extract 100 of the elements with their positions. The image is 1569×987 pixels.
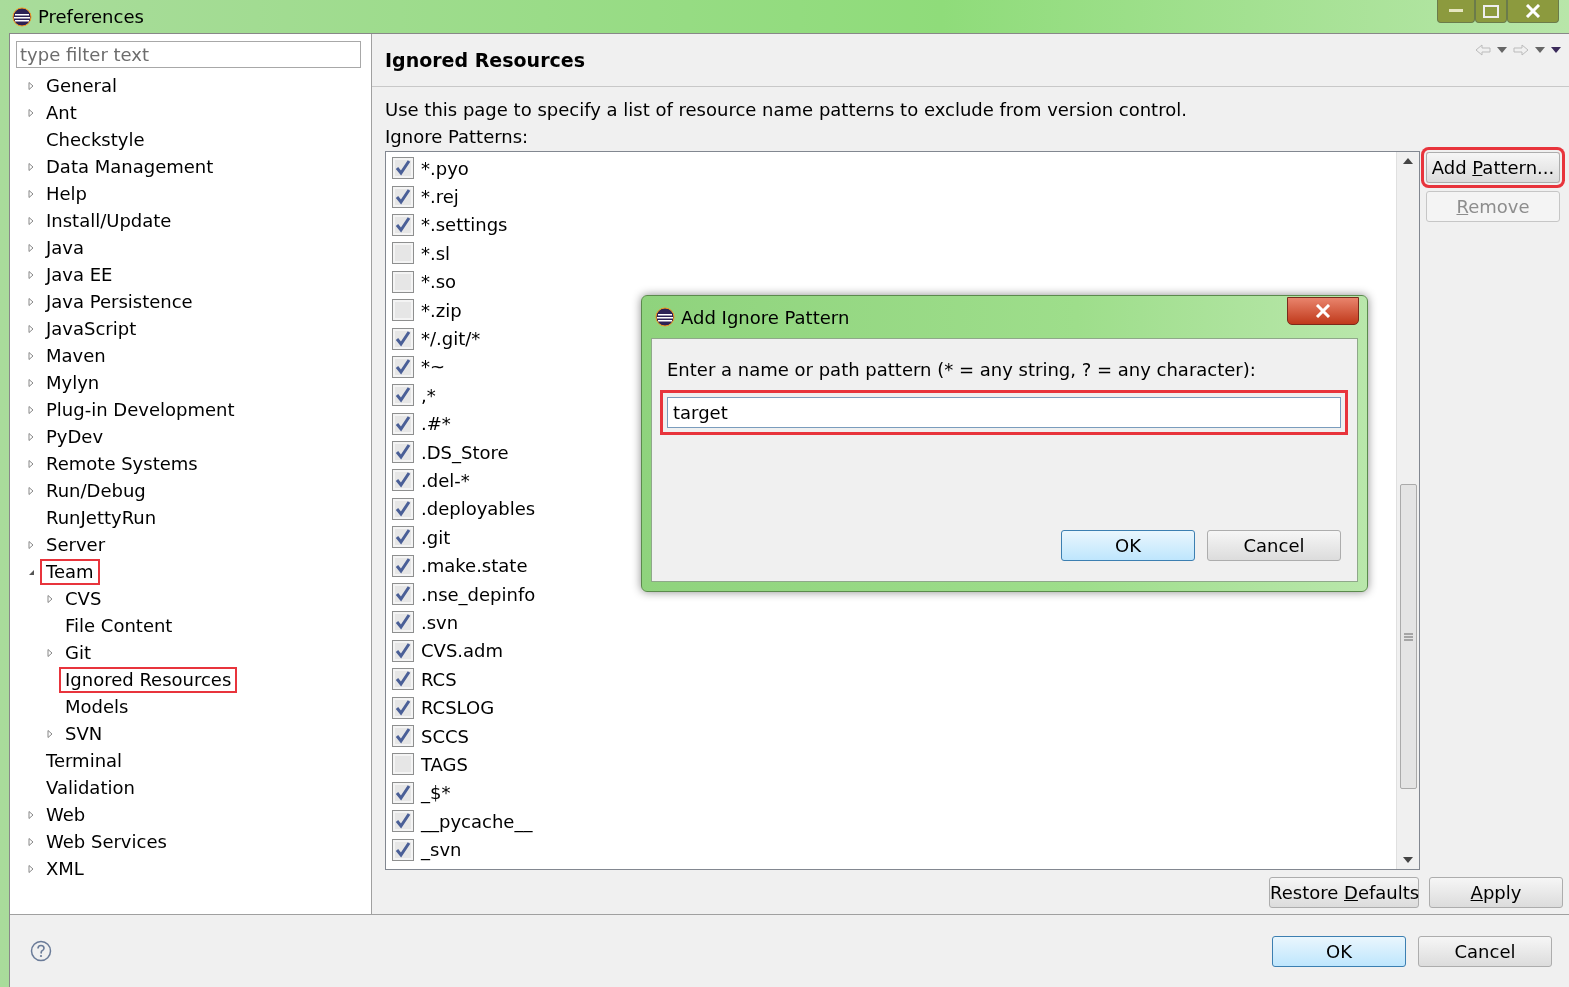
checkbox[interactable] <box>392 725 414 747</box>
tree-item[interactable]: Team <box>40 558 100 585</box>
tree-item[interactable]: RunJettyRun <box>40 504 163 531</box>
expand-arrow-icon[interactable] <box>26 485 36 496</box>
tree-item[interactable]: Validation <box>40 774 141 801</box>
expand-arrow-icon[interactable] <box>26 377 36 388</box>
tree-item[interactable]: Terminal <box>40 747 129 774</box>
tree-item[interactable]: Mylyn <box>40 369 106 396</box>
dropdown-icon[interactable] <box>1535 47 1545 53</box>
checkbox[interactable] <box>392 157 414 180</box>
tree-item[interactable]: Data Management <box>40 153 220 180</box>
expand-arrow-icon[interactable] <box>26 809 36 820</box>
page-button[interactable]: Apply <box>1429 877 1563 908</box>
checkbox[interactable] <box>392 497 414 520</box>
scrollbar[interactable] <box>1396 152 1419 869</box>
tree-item[interactable]: Git <box>59 639 97 666</box>
tree-item[interactable]: Java <box>40 234 91 261</box>
expand-arrow-icon[interactable] <box>26 296 36 307</box>
pattern-text: SCCS <box>421 725 469 747</box>
checkbox[interactable] <box>392 781 414 804</box>
tree-item[interactable]: Java EE <box>40 261 119 288</box>
tree-item[interactable]: PyDev <box>40 423 110 450</box>
tree-item[interactable]: SVN <box>59 720 109 747</box>
tree-item[interactable]: General <box>40 72 123 99</box>
tree-item[interactable]: Web <box>40 801 92 828</box>
tree-item[interactable]: CVS <box>59 585 108 612</box>
tree-item[interactable]: JavaScript <box>40 315 143 342</box>
expand-arrow-icon[interactable] <box>26 431 36 442</box>
dialog-button[interactable]: OK <box>1061 530 1195 561</box>
expand-arrow-icon[interactable] <box>26 539 36 550</box>
checkbox[interactable] <box>392 611 414 634</box>
checkbox[interactable] <box>392 668 414 691</box>
pattern-field[interactable]: target <box>667 397 1341 428</box>
tree-item[interactable]: Run/Debug <box>40 477 152 504</box>
tree-item[interactable]: Checkstyle <box>40 126 151 153</box>
checkbox[interactable] <box>392 554 414 577</box>
expand-arrow-icon[interactable] <box>26 188 36 199</box>
expand-arrow-icon[interactable] <box>26 404 36 415</box>
checkbox[interactable] <box>392 412 414 435</box>
dialog-button[interactable]: Cancel <box>1207 530 1341 561</box>
close-button[interactable] <box>1287 297 1359 325</box>
expand-arrow-icon[interactable] <box>45 593 55 604</box>
grip-icon[interactable] <box>1403 632 1413 641</box>
checkbox[interactable] <box>392 270 414 293</box>
checkbox[interactable] <box>392 384 414 407</box>
checkbox[interactable] <box>392 469 414 492</box>
expand-arrow-icon[interactable] <box>45 728 55 739</box>
dialog-button[interactable]: OK <box>1272 935 1406 967</box>
checkbox[interactable] <box>392 242 414 265</box>
tree-item[interactable]: Remote Systems <box>40 450 204 477</box>
expand-arrow-icon[interactable] <box>26 80 36 91</box>
dialog-button[interactable]: Cancel <box>1418 935 1552 967</box>
checkbox[interactable] <box>392 185 414 208</box>
dropdown-icon[interactable] <box>1497 47 1507 53</box>
checkbox[interactable] <box>392 355 414 378</box>
checkbox[interactable] <box>392 526 414 549</box>
close-icon[interactable] <box>1507 0 1559 23</box>
expand-arrow-icon[interactable] <box>26 350 36 361</box>
expand-arrow-icon[interactable] <box>45 647 55 658</box>
filter-field[interactable]: type filter text <box>16 41 361 68</box>
menu-icon[interactable] <box>1551 47 1561 53</box>
tree-item[interactable]: Ignored Resources <box>59 666 238 693</box>
page-button[interactable]: Restore Defaults <box>1269 877 1419 908</box>
scroll-down-icon[interactable] <box>1403 857 1413 863</box>
tree-item[interactable]: Web Services <box>40 828 173 855</box>
tree-item[interactable]: Ant <box>40 99 83 126</box>
help-icon[interactable] <box>30 940 52 962</box>
maximize-icon[interactable] <box>1475 0 1507 23</box>
expand-arrow-icon[interactable] <box>26 242 36 253</box>
tree-item[interactable]: Plug-in Development <box>40 396 241 423</box>
tree-item[interactable]: Install/Update <box>40 207 178 234</box>
expand-arrow-icon[interactable] <box>26 836 36 847</box>
tree-item[interactable]: Models <box>59 693 135 720</box>
checkbox[interactable] <box>392 583 414 606</box>
expand-arrow-icon[interactable] <box>26 215 36 226</box>
checkbox[interactable] <box>392 441 414 464</box>
tree-item[interactable]: Server <box>40 531 112 558</box>
expand-arrow-icon[interactable] <box>26 107 36 118</box>
checkbox[interactable] <box>392 639 414 662</box>
expand-arrow-icon[interactable] <box>26 863 36 874</box>
expand-arrow-icon[interactable] <box>26 161 36 172</box>
minimize-icon[interactable] <box>1437 0 1475 23</box>
expand-arrow-icon[interactable] <box>26 323 36 334</box>
tree-item[interactable]: Java Persistence <box>40 288 199 315</box>
checkbox[interactable] <box>392 696 414 719</box>
tree-item[interactable]: Help <box>40 180 94 207</box>
tree-item[interactable]: File Content <box>59 612 179 639</box>
checkbox[interactable] <box>392 213 414 236</box>
checkbox[interactable] <box>392 753 414 776</box>
checkbox[interactable] <box>392 810 414 833</box>
dialog-title: Add Ignore Pattern <box>681 306 850 328</box>
tree-item[interactable]: XML <box>40 855 90 882</box>
checkbox[interactable] <box>392 327 414 350</box>
tree-item[interactable]: Maven <box>40 342 112 369</box>
scroll-up-icon[interactable] <box>1403 158 1413 164</box>
expand-arrow-icon[interactable] <box>26 458 36 469</box>
pattern-text: */.git/* <box>421 328 481 350</box>
checkbox[interactable] <box>392 299 414 322</box>
checkbox[interactable] <box>392 838 414 861</box>
expand-arrow-icon[interactable] <box>26 269 36 280</box>
